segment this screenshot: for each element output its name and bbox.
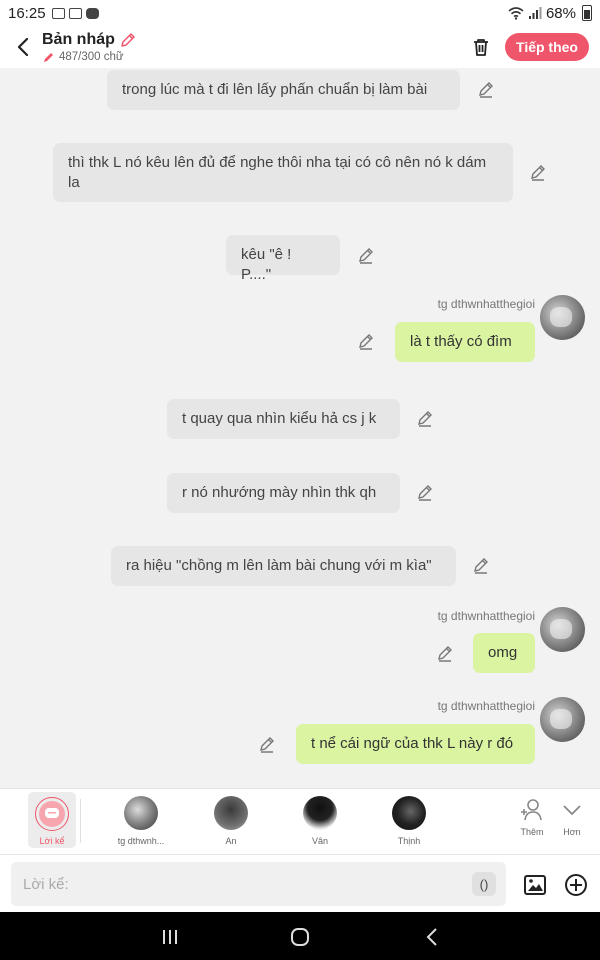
status-bar: 16:25 68% bbox=[0, 0, 600, 26]
character-label: An bbox=[225, 836, 237, 846]
edit-message-icon[interactable] bbox=[416, 409, 434, 427]
edit-message-icon[interactable] bbox=[357, 332, 375, 350]
speaker-name: tg dthwnhatthegioi bbox=[437, 699, 535, 713]
recent-apps-button[interactable] bbox=[150, 924, 190, 950]
edit-message-icon[interactable] bbox=[477, 80, 495, 98]
battery-percent: 68% bbox=[545, 4, 576, 22]
story-chat-area[interactable]: trong lúc mà t đi lên lấy phấn chuẩn bị … bbox=[0, 68, 600, 788]
plus-circle-icon bbox=[565, 874, 587, 896]
next-button[interactable]: Tiếp theo bbox=[505, 33, 589, 61]
chevron-down-icon bbox=[563, 805, 581, 816]
character-avatar bbox=[124, 796, 158, 830]
rename-pencil-icon[interactable] bbox=[119, 31, 137, 49]
composer-bar: () bbox=[0, 854, 600, 912]
top-header: Bản nháp 487/300 chữ Tiếp theo bbox=[0, 26, 600, 68]
signal-icon bbox=[528, 6, 542, 19]
speaker-name: tg dthwnhatthegioi bbox=[437, 297, 535, 311]
message-text: kêu "ê ! P...." bbox=[241, 246, 292, 283]
character-selector: Lời kể tg dthwnh... An Vân Thịnh Thêm Hơ… bbox=[0, 788, 600, 854]
message-text: trong lúc mà t đi lên lấy phấn chuẩn bị … bbox=[122, 81, 428, 98]
draft-title: Bản nháp bbox=[42, 30, 115, 48]
character-label: Vân bbox=[311, 836, 328, 846]
character-item[interactable]: Vân bbox=[285, 789, 355, 855]
narration-bubble[interactable]: thì thk L nó kêu lên đủ để nghe thôi nha… bbox=[53, 143, 513, 202]
status-time: 16:25 bbox=[8, 4, 46, 22]
character-avatar bbox=[303, 796, 337, 830]
youtube-notification-icon bbox=[85, 7, 99, 19]
character-label: tg dthwnh... bbox=[117, 836, 165, 846]
parenthesis-button[interactable]: () bbox=[472, 872, 496, 896]
back-button[interactable] bbox=[4, 26, 42, 68]
narrator-label: Lời kể bbox=[39, 836, 65, 846]
trash-icon bbox=[474, 39, 488, 56]
wifi-icon bbox=[508, 6, 524, 20]
narrator-avatar bbox=[35, 797, 69, 831]
battery-icon bbox=[582, 5, 592, 21]
dialogue-bubble[interactable]: là t thấy có đìm bbox=[395, 322, 535, 362]
chevron-left-icon bbox=[17, 38, 29, 56]
edit-message-icon[interactable] bbox=[357, 246, 375, 264]
delete-button[interactable] bbox=[468, 34, 494, 60]
word-count: 487/300 chữ bbox=[59, 51, 124, 63]
speaker-avatar[interactable] bbox=[540, 607, 585, 652]
edit-message-icon[interactable] bbox=[258, 735, 276, 753]
system-nav-bar bbox=[0, 912, 600, 960]
message-text: ra hiệu "chồng m lên làm bài chung với m… bbox=[126, 557, 432, 574]
system-back-button[interactable] bbox=[412, 924, 452, 950]
gallery-notification-icon bbox=[51, 7, 65, 19]
weather-notification-icon bbox=[68, 7, 82, 19]
narration-bubble[interactable]: ra hiệu "chồng m lên làm bài chung với m… bbox=[111, 546, 456, 586]
message-text: t quay qua nhìn kiểu hả cs j k bbox=[182, 410, 377, 427]
more-characters-button[interactable]: Hơn bbox=[537, 789, 600, 855]
speech-bubble-icon bbox=[45, 808, 59, 818]
title-block: Bản nháp 487/300 chữ bbox=[42, 31, 137, 64]
narration-bubble[interactable]: kêu "ê ! P...." bbox=[226, 235, 340, 283]
message-text: thì thk L nó kêu lên đủ để nghe thôi nha… bbox=[68, 154, 487, 191]
speaker-name: tg dthwnhatthegioi bbox=[437, 609, 535, 623]
dialogue-bubble[interactable]: omg bbox=[473, 633, 535, 673]
insert-image-button[interactable] bbox=[522, 872, 548, 898]
narrator-selector[interactable]: Lời kể bbox=[28, 792, 76, 848]
character-avatar bbox=[392, 796, 426, 830]
speaker-avatar[interactable] bbox=[540, 697, 585, 742]
edit-message-icon[interactable] bbox=[529, 163, 547, 181]
character-label: Thịnh bbox=[397, 836, 421, 846]
message-text: t nể cái ngữ của thk L này r đó bbox=[311, 735, 514, 752]
speaker-avatar[interactable] bbox=[540, 295, 585, 340]
character-avatar bbox=[214, 796, 248, 830]
message-text: r nó nhướng mày nhìn thk qh bbox=[182, 484, 377, 501]
dialogue-bubble[interactable]: t nể cái ngữ của thk L này r đó bbox=[296, 724, 535, 764]
narration-input[interactable] bbox=[11, 862, 506, 906]
narration-bubble[interactable]: t quay qua nhìn kiểu hả cs j k bbox=[167, 399, 400, 439]
back-arrow-icon bbox=[426, 928, 437, 946]
add-button[interactable] bbox=[563, 872, 589, 898]
character-item[interactable]: Thịnh bbox=[374, 789, 444, 855]
more-label: Hơn bbox=[563, 827, 581, 837]
character-item[interactable]: An bbox=[196, 789, 266, 855]
image-icon bbox=[524, 875, 546, 895]
edit-message-icon[interactable] bbox=[472, 556, 490, 574]
home-button[interactable] bbox=[280, 924, 320, 950]
recent-apps-icon bbox=[163, 930, 177, 944]
narration-bubble[interactable]: r nó nhướng mày nhìn thk qh bbox=[167, 473, 400, 513]
narration-bubble[interactable]: trong lúc mà t đi lên lấy phấn chuẩn bị … bbox=[107, 70, 460, 110]
character-item[interactable]: tg dthwnh... bbox=[106, 789, 176, 855]
message-text: omg bbox=[488, 644, 518, 661]
home-icon bbox=[291, 928, 309, 946]
message-text: là t thấy có đìm bbox=[410, 333, 512, 350]
pencil-count-icon bbox=[44, 52, 53, 62]
divider bbox=[80, 799, 81, 843]
edit-message-icon[interactable] bbox=[416, 483, 434, 501]
edit-message-icon[interactable] bbox=[436, 644, 454, 662]
